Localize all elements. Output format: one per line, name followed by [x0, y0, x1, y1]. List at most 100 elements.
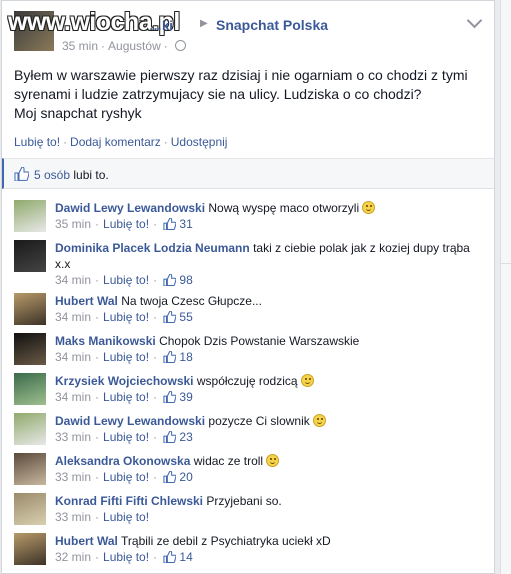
author-name[interactable]: …ki [149, 18, 173, 33]
post-text: Byłem w warszawie pierwszy raz dzisiaj i… [14, 67, 468, 121]
smiley-emoji-icon [266, 454, 280, 467]
commenter-name[interactable]: Dawid Lewy Lewandowski [55, 201, 205, 215]
commenter-name[interactable]: Aleksandra Okonowska [55, 454, 190, 468]
thumbs-up-icon [163, 274, 177, 286]
comment-like-button[interactable]: Lubię to! [103, 510, 149, 524]
comment-text: Trąbili ze debil z Psychiatryka uciekł x… [121, 534, 331, 548]
comment-time[interactable]: 34 min [55, 273, 91, 287]
comment-like-button[interactable]: Lubię to! [103, 470, 149, 484]
comment-time[interactable]: 34 min [55, 310, 91, 324]
comment-body: Dominika Placek Lodzia Neumann taki z ci… [55, 240, 480, 288]
smiley-emoji-icon [313, 414, 327, 427]
comment-text: Nową wyspę maco otworzyli [208, 201, 360, 215]
post-location[interactable]: Augustów [108, 39, 161, 53]
comment-content: Hubert Wal Na twoja Czesc Głupcze... [55, 293, 480, 309]
comment-body: Dawid Lewy Lewandowski pozycze Ci slowni… [55, 413, 480, 445]
share-button[interactable]: Udostępnij [171, 135, 228, 149]
globe-icon [174, 40, 186, 51]
like-button[interactable]: Lubię to! [14, 135, 60, 149]
arrow-right-icon: ▶ [200, 18, 208, 29]
comment-like-button[interactable]: Lubię to! [103, 273, 149, 287]
commenter-avatar[interactable] [14, 453, 46, 485]
comment-like-count[interactable]: 20 [179, 470, 192, 484]
thumbs-up-icon [163, 471, 177, 483]
post-actions: Lubię to! · Dodaj komentarz · Udostępnij [14, 135, 228, 149]
comment-row: Dominika Placek Lodzia Neumann taki z ci… [2, 233, 494, 288]
comment-text: Na twoja Czesc Głupcze... [121, 294, 262, 308]
comment-like-count[interactable]: 31 [179, 217, 192, 231]
thumbs-up-icon [163, 431, 177, 443]
comment-time[interactable]: 32 min [55, 550, 91, 564]
comment-meta: 35 min · Lubię to! · 31 [55, 217, 193, 231]
thumbs-up-icon [163, 551, 177, 563]
commenter-avatar[interactable] [14, 333, 46, 365]
comment-like-count[interactable]: 39 [179, 390, 192, 404]
comment-meta: 33 min · Lubię to! · 20 [55, 470, 193, 484]
comment-body: Konrad Fifti Fifti Chlewski Przyjebani s… [55, 493, 480, 525]
comment-row: Aleksandra Okonowska widac ze troll 33 m… [2, 446, 494, 486]
comment-content: Dominika Placek Lodzia Neumann taki z ci… [55, 240, 480, 272]
comment-content: Dawid Lewy Lewandowski pozycze Ci slowni… [55, 413, 480, 429]
comment-like-count[interactable]: 14 [179, 550, 192, 564]
comment-row: Dawid Lewy Lewandowski pozycze Ci slowni… [2, 406, 494, 446]
likes-count[interactable]: 5 osób [34, 168, 70, 182]
comment-text: współczuję rodzicą [196, 374, 298, 388]
chevron-down-icon[interactable] [466, 12, 483, 29]
comment-like-button[interactable]: Lubię to! [103, 550, 149, 564]
comment-time[interactable]: 35 min [55, 217, 91, 231]
comment-row: Konrad Fifti Fifti Chlewski Przyjebani s… [2, 486, 494, 526]
comment-time[interactable]: 33 min [55, 430, 91, 444]
comment-meta: 34 min · Lubię to! · 18 [55, 350, 193, 364]
comment-like-button[interactable]: Lubię to! [103, 217, 149, 231]
commenter-name[interactable]: Maks Manikowski [55, 334, 156, 348]
comment-like-button[interactable]: Lubię to! [103, 390, 149, 404]
comment-body: Hubert Wal Na twoja Czesc Głupcze... 34 … [55, 293, 480, 325]
commenter-name[interactable]: Hubert Wal [55, 294, 118, 308]
commenter-name[interactable]: Krzysiek Wojciechowski [55, 374, 194, 388]
comment-like-button[interactable]: Lubię to! [103, 310, 149, 324]
comment-like-button[interactable]: Lubię to! [103, 430, 149, 444]
commenter-avatar[interactable] [14, 493, 46, 525]
post-time[interactable]: 35 min [62, 39, 98, 53]
comment-like-count[interactable]: 23 [179, 430, 192, 444]
commenter-name[interactable]: Dominika Placek Lodzia Neumann [55, 241, 250, 255]
comment-time[interactable]: 34 min [55, 390, 91, 404]
comment-like-count[interactable]: 18 [179, 350, 192, 364]
commenter-avatar[interactable] [14, 240, 46, 272]
thumbs-up-icon [163, 311, 177, 323]
comment-meta: 33 min · Lubię to! · 23 [55, 430, 193, 444]
commenter-avatar[interactable] [14, 293, 46, 325]
comment-content: Hubert Wal Trąbili ze debil z Psychiatry… [55, 533, 480, 549]
right-sidebar-edge [500, 0, 511, 574]
comment-time[interactable]: 33 min [55, 470, 91, 484]
comment-time[interactable]: 34 min [55, 350, 91, 364]
likes-count-text[interactable]: 5 osób lubi to. [34, 168, 109, 182]
post-meta: 35 min · Augustów · [62, 39, 186, 53]
thumbs-up-icon [14, 167, 29, 181]
comment-button[interactable]: Dodaj komentarz [70, 135, 161, 149]
commenter-avatar[interactable] [14, 373, 46, 405]
comment-body: Maks Manikowski Chopok Dzis Powstanie Wa… [55, 333, 480, 365]
comment-like-count[interactable]: 55 [179, 310, 192, 324]
comment-content: Maks Manikowski Chopok Dzis Powstanie Wa… [55, 333, 480, 349]
group-name-link[interactable]: Snapchat Polska [216, 17, 328, 33]
commenter-avatar[interactable] [14, 200, 46, 232]
likes-summary: 5 osób lubi to. [2, 158, 494, 189]
comment-like-count[interactable]: 98 [179, 273, 192, 287]
post-card: www.wiocha.pl …ki ▶ Snapchat Polska 35 m… [1, 0, 495, 574]
comment-time[interactable]: 33 min [55, 510, 91, 524]
commenter-name[interactable]: Dawid Lewy Lewandowski [55, 414, 205, 428]
comment-body: Krzysiek Wojciechowski współczuję rodzic… [55, 373, 480, 405]
comment-row: Krzysiek Wojciechowski współczuję rodzic… [2, 366, 494, 406]
commenter-avatar[interactable] [14, 413, 46, 445]
comment-text: widac ze troll [193, 454, 264, 468]
commenter-avatar[interactable] [14, 533, 46, 565]
comment-like-button[interactable]: Lubię to! [103, 350, 149, 364]
likes-suffix: lubi to. [73, 168, 109, 182]
commenter-name[interactable]: Hubert Wal [55, 534, 118, 548]
comment-meta: 34 min · Lubię to! · 39 [55, 390, 193, 404]
commenter-name[interactable]: Konrad Fifti Fifti Chlewski [55, 494, 203, 508]
comment-text: Chopok Dzis Powstanie Warszawskie [159, 334, 360, 348]
thumbs-up-icon [163, 218, 177, 230]
comment-row: Hubert Wal Trąbili ze debil z Psychiatry… [2, 526, 494, 566]
